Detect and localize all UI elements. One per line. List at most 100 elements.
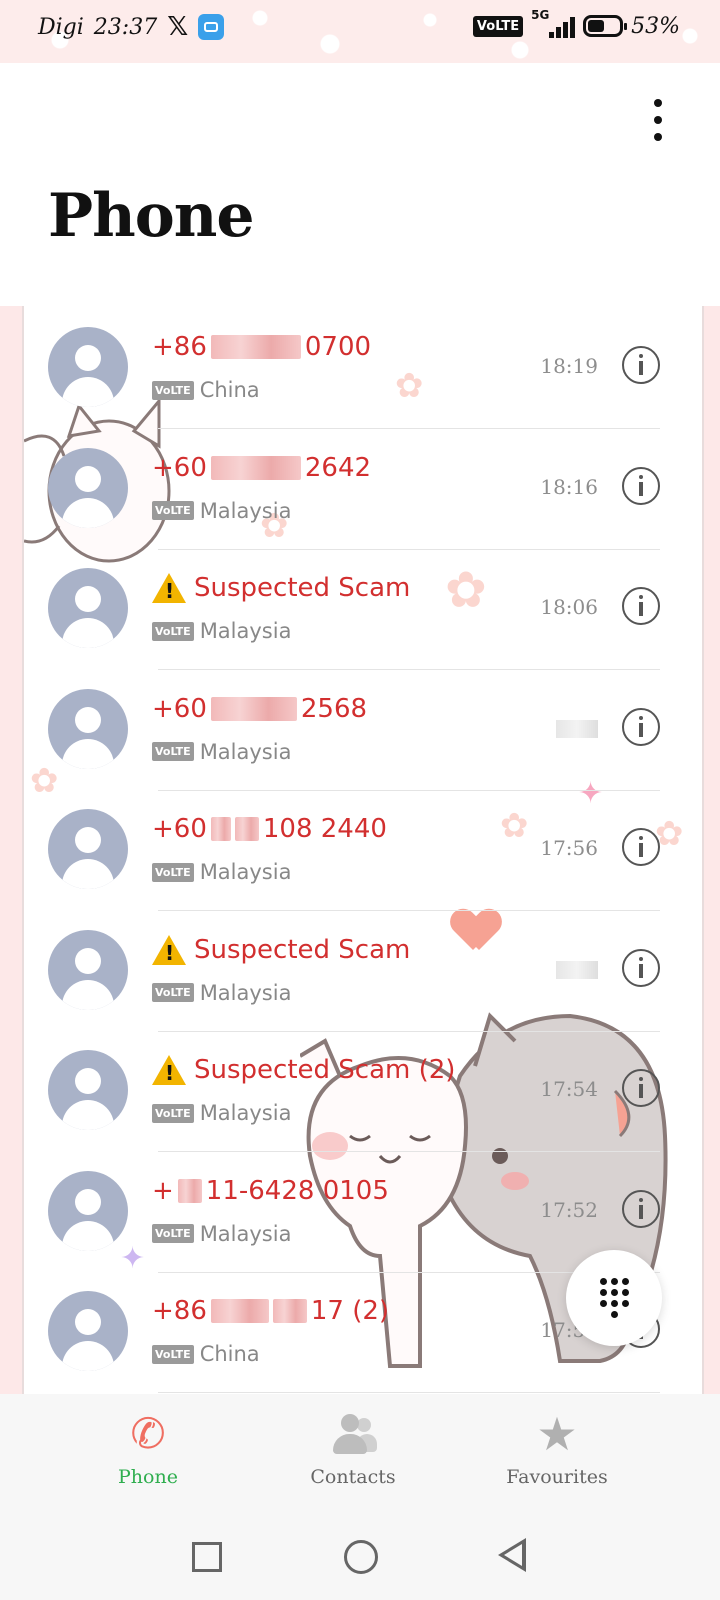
dialpad-icon[interactable]: [566, 1250, 662, 1346]
call-log-row[interactable]: +60 2642 VoLTE Malaysia 18:16: [0, 427, 720, 550]
recents-button[interactable]: [192, 1542, 222, 1572]
avatar-icon[interactable]: [48, 809, 128, 889]
caller-prefix: +86: [152, 332, 207, 362]
info-icon[interactable]: [622, 1069, 660, 1107]
info-icon[interactable]: [622, 707, 660, 746]
notification-app-icon: [198, 14, 225, 40]
dialpad-dot: [611, 1300, 618, 1307]
call-subtitle: VoLTE Malaysia: [152, 1222, 291, 1246]
call-subtitle: VoLTE Malaysia: [152, 860, 291, 884]
caller-suffix: 108 2440: [262, 814, 387, 844]
avatar-icon[interactable]: [48, 1170, 128, 1251]
nav-item-phone[interactable]: ✆ Phone: [68, 1410, 228, 1489]
system-nav-bar: [0, 1514, 720, 1600]
clock: 23:37: [93, 14, 158, 40]
nav-item-contacts[interactable]: Contacts: [273, 1410, 433, 1488]
nav-item-favourites[interactable]: ★ Favourites: [477, 1410, 637, 1488]
avatar-icon[interactable]: [48, 1050, 128, 1130]
redacted-digits: [210, 455, 301, 480]
caller-suffix: 0700: [304, 332, 372, 362]
call-subtitle: VoLTE China: [152, 1342, 260, 1366]
redacted-digits: [210, 696, 297, 721]
status-right: VoLTE 5G 53%: [472, 8, 680, 40]
volte-icon: VoLTE: [152, 621, 194, 641]
warning-icon: [152, 1055, 186, 1085]
app-header: Phone: [0, 63, 720, 306]
avatar-icon[interactable]: [48, 327, 128, 407]
bottom-nav: ✆ Phone Contacts ★ Favourites: [0, 1394, 720, 1514]
call-time: 18:16: [540, 474, 598, 499]
info-icon[interactable]: [622, 346, 660, 384]
volte-icon: VoLTE: [152, 380, 194, 400]
more-vert-icon[interactable]: [648, 99, 668, 145]
redacted-digits: [210, 335, 301, 359]
info-icon[interactable]: [622, 1189, 660, 1228]
page-title: Phone: [48, 181, 255, 251]
caller-prefix: +60: [152, 814, 207, 844]
signal-icon: 5G: [531, 8, 576, 40]
caller-suffix: 17 (2): [310, 1296, 390, 1326]
call-time: 17:56: [540, 836, 598, 860]
volte-icon: VoLTE: [152, 742, 194, 761]
call-subtitle: VoLTE Malaysia: [152, 499, 291, 523]
contacts-icon: [329, 1410, 377, 1458]
caller-label: Suspected Scam (2): [194, 1055, 456, 1085]
nav-label-phone: Phone: [118, 1466, 178, 1488]
x-app-icon: 𝕏: [167, 12, 189, 42]
call-log-row[interactable]: +60 108 2440 VoLTE Malaysia 17:56: [0, 788, 720, 911]
dialpad-dot: [611, 1311, 618, 1318]
dialpad-dot: [611, 1278, 618, 1285]
network-type: 5G: [531, 8, 550, 22]
info-icon[interactable]: [622, 587, 660, 625]
info-icon[interactable]: [622, 828, 660, 866]
call-log-row[interactable]: +60 2568 VoLTE Malaysia: [0, 668, 720, 791]
dialpad-dot: [600, 1289, 607, 1296]
call-log-row[interactable]: +86 0700 VoLTE China 18:19: [0, 306, 720, 429]
back-button[interactable]: [498, 1538, 526, 1572]
call-location: China: [199, 378, 260, 402]
avatar-icon[interactable]: [48, 929, 128, 1010]
call-time: 17:52: [540, 1197, 598, 1222]
call-log-row[interactable]: Suspected Scam VoLTE Malaysia: [0, 909, 720, 1032]
dialpad-dot: [622, 1289, 629, 1296]
volte-icon: VoLTE: [152, 1224, 194, 1243]
caller-prefix: +60: [152, 452, 207, 483]
call-log-row[interactable]: Suspected Scam (2)VoLTEMalaysia17:54: [0, 1029, 720, 1152]
call-time-obscured: [556, 719, 598, 738]
caller-suffix: 2642: [304, 452, 372, 483]
avatar-icon[interactable]: [48, 688, 128, 769]
dialpad-dot: [622, 1278, 629, 1285]
battery-icon: [583, 15, 628, 37]
home-button[interactable]: [344, 1540, 378, 1574]
redacted-digits: [177, 1178, 202, 1203]
volte-icon: VoLTE: [152, 1344, 194, 1364]
avatar-icon[interactable]: [48, 447, 128, 528]
redacted-digits: [272, 1299, 307, 1323]
call-location: Malaysia: [199, 498, 292, 523]
call-time-obscured: [556, 960, 598, 979]
nav-label-favourites: Favourites: [506, 1466, 608, 1488]
avatar-icon[interactable]: [48, 1291, 128, 1371]
caller-name: +86 0700: [152, 332, 371, 362]
avatar-icon[interactable]: [48, 568, 128, 648]
caller-suffix: 2568: [300, 693, 368, 724]
carrier-label: Digi: [38, 14, 84, 40]
call-location: China: [199, 1342, 260, 1366]
call-log-list[interactable]: ✿ ✿ ✿ ✿ ✿ ✿ ✦ ✦ +86 0700 VoLTE China 18:19 +6…: [0, 306, 720, 1394]
call-subtitle: VoLTE Malaysia: [152, 1101, 291, 1125]
caller-prefix: +: [152, 1175, 174, 1206]
call-subtitle: VoLTE Malaysia: [152, 981, 291, 1005]
call-subtitle: VoLTE Malaysia: [152, 619, 291, 643]
dialpad-dot: [622, 1300, 629, 1307]
warning-icon: [152, 934, 186, 965]
call-location: Malaysia: [199, 739, 292, 764]
status-left: Digi 23:37 𝕏: [38, 12, 225, 42]
caller-label: Suspected Scam: [194, 573, 411, 603]
caller-label: Suspected Scam: [194, 934, 411, 965]
call-log-row[interactable]: Suspected Scam VoLTEMalaysia 18:06: [0, 547, 720, 670]
info-icon[interactable]: [622, 466, 660, 505]
info-icon[interactable]: [622, 948, 660, 987]
call-time: 18:06: [540, 595, 598, 619]
volte-icon: VoLTE: [152, 501, 194, 520]
warning-icon: [152, 573, 186, 603]
